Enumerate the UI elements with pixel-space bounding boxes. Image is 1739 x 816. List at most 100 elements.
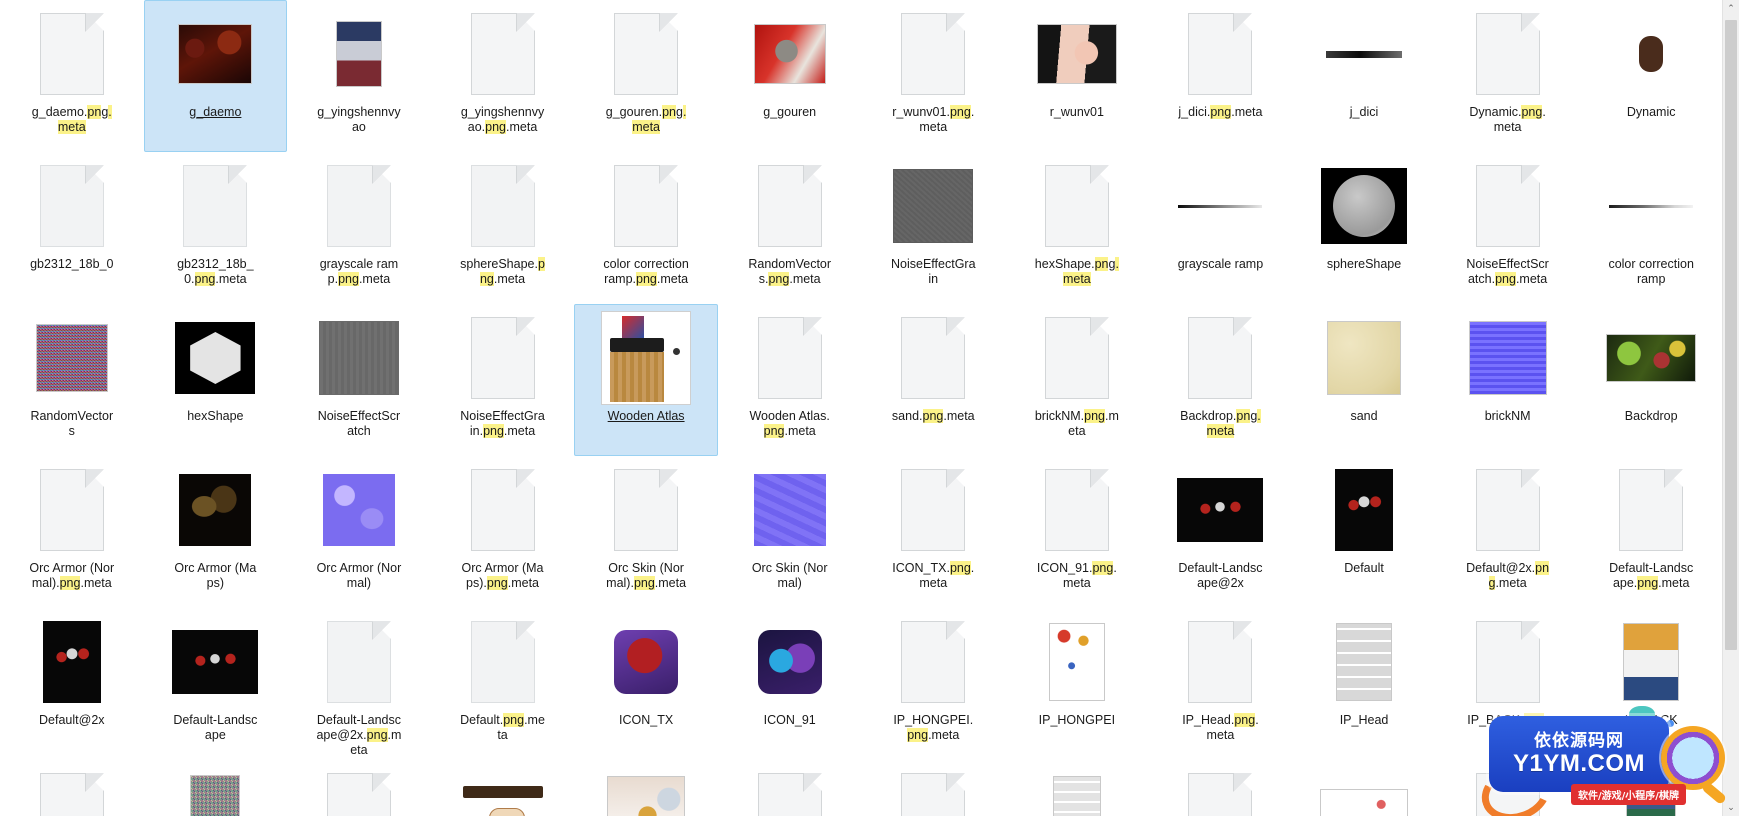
file-item[interactable]: Default-Landscape.png.meta bbox=[1579, 456, 1723, 608]
file-item[interactable]: g_daemo bbox=[143, 0, 288, 152]
file-item[interactable]: Default-Landscape@2x bbox=[1149, 456, 1293, 608]
file-item[interactable]: Orc Armor (Maps) bbox=[144, 456, 288, 608]
file-item[interactable]: NoiseEffectScratch bbox=[287, 304, 431, 456]
file-item[interactable]: Wooden Atlas bbox=[574, 304, 718, 456]
file-item[interactable]: g_daemo.png.meta bbox=[0, 0, 144, 152]
file-item[interactable]: brickNM bbox=[1436, 304, 1580, 456]
file-item[interactable]: r_wunv01.png.meta bbox=[861, 0, 1005, 152]
file-item[interactable]: IPHONE_UI.png.meta bbox=[718, 760, 862, 816]
file-item[interactable]: sand.png.meta bbox=[861, 304, 1005, 456]
file-name-label: g_daemo bbox=[189, 105, 242, 119]
file-item[interactable]: sphereShape bbox=[1292, 152, 1436, 304]
file-item[interactable]: Default-Landscape@2x.png.meta bbox=[287, 608, 431, 760]
file-item[interactable]: Default@2x.png.meta bbox=[1436, 456, 1580, 608]
file-item[interactable]: Dynamic.png.meta bbox=[1436, 0, 1580, 152]
file-item[interactable]: IP_HONGPEI bbox=[1005, 608, 1149, 760]
document-icon bbox=[183, 165, 248, 247]
file-item[interactable]: grayscale ramp bbox=[1149, 152, 1293, 304]
file-item[interactable]: hexShape.png.meta bbox=[1005, 152, 1149, 304]
file-item[interactable]: IP_Item01 bbox=[144, 760, 288, 816]
file-item[interactable]: Default.png.meta bbox=[431, 608, 575, 760]
file-item[interactable]: IP_Loading bbox=[1292, 760, 1436, 816]
file-item[interactable]: RandomVectors.png.meta bbox=[718, 152, 862, 304]
thumbnail-image bbox=[1178, 204, 1263, 208]
file-item[interactable]: j_dici bbox=[1292, 0, 1436, 152]
file-item[interactable]: NoiseEffectGrain bbox=[861, 152, 1005, 304]
file-thumbnail bbox=[24, 158, 120, 254]
file-item[interactable]: IP_InstanceIcon bbox=[1579, 760, 1723, 816]
file-item[interactable]: g_yingshennvyao.png.meta bbox=[431, 0, 575, 152]
file-thumbnail bbox=[1603, 614, 1699, 710]
file-item[interactable]: sand bbox=[1292, 304, 1436, 456]
file-item[interactable]: IP_Item01.png.meta bbox=[0, 760, 144, 816]
file-thumbnail bbox=[885, 614, 981, 710]
file-item[interactable]: j_dici.png.meta bbox=[1149, 0, 1293, 152]
file-item[interactable]: g_gouren bbox=[718, 0, 862, 152]
file-item[interactable]: Orc Skin (Normal) bbox=[718, 456, 862, 608]
file-thumbnail bbox=[1029, 766, 1125, 816]
file-item[interactable]: IP_InstanceIcon.png.meta bbox=[1436, 760, 1580, 816]
file-item[interactable]: Backdrop.png.meta bbox=[1149, 304, 1293, 456]
file-item[interactable]: Backdrop bbox=[1579, 304, 1723, 456]
file-item[interactable]: Dynamic bbox=[1579, 0, 1723, 152]
file-name-label: hexShape bbox=[187, 409, 244, 423]
file-item[interactable]: IP_Skill.png.meta bbox=[861, 760, 1005, 816]
file-item[interactable]: IP_BACK.png.meta bbox=[1436, 608, 1580, 760]
file-item[interactable]: gb2312_18b_0.png.meta bbox=[144, 152, 288, 304]
file-item[interactable]: IPHONE_UI bbox=[574, 760, 718, 816]
file-name-label: IP_BACK bbox=[1624, 713, 1678, 727]
file-item[interactable]: ICON_TX.png.meta bbox=[861, 456, 1005, 608]
file-item[interactable]: color correction ramp.png.meta bbox=[574, 152, 718, 304]
file-thumbnail bbox=[1172, 158, 1268, 254]
file-item[interactable]: IP_HONGPEI.png.meta bbox=[861, 608, 1005, 760]
file-name-label: hexShape.png.meta bbox=[1034, 257, 1119, 286]
scroll-down-icon[interactable]: ⌄ bbox=[1723, 799, 1739, 816]
thumbnail-image bbox=[893, 169, 974, 243]
document-icon bbox=[1619, 469, 1684, 551]
file-item[interactable]: IPARROW bbox=[431, 760, 575, 816]
thumbnail-image bbox=[335, 21, 382, 87]
file-item[interactable]: Orc Armor (Normal).png.meta bbox=[0, 456, 144, 608]
file-item[interactable]: sphereShape.png.meta bbox=[431, 152, 575, 304]
document-icon bbox=[470, 165, 535, 247]
document-icon bbox=[1475, 13, 1540, 95]
file-item[interactable]: IP_Skill bbox=[1005, 760, 1149, 816]
file-item[interactable]: brickNM.png.meta bbox=[1005, 304, 1149, 456]
file-item[interactable]: IP_Loading.png.meta bbox=[1149, 760, 1293, 816]
file-thumbnail bbox=[455, 614, 551, 710]
scroll-up-icon[interactable]: ⌃ bbox=[1723, 0, 1739, 17]
file-name-label: RandomVectors bbox=[30, 409, 114, 438]
file-item[interactable]: r_wunv01 bbox=[1005, 0, 1149, 152]
file-item[interactable]: Orc Armor (Maps).png.meta bbox=[431, 456, 575, 608]
file-thumbnail bbox=[455, 462, 551, 558]
file-thumbnail bbox=[455, 766, 551, 816]
file-item[interactable]: Orc Armor (Normal) bbox=[287, 456, 431, 608]
file-item[interactable]: Orc Skin (Normal).png.meta bbox=[574, 456, 718, 608]
file-item[interactable]: ICON_TX bbox=[574, 608, 718, 760]
file-item[interactable]: Default-Landscape bbox=[144, 608, 288, 760]
file-item[interactable]: grayscale ramp.png.meta bbox=[287, 152, 431, 304]
file-item[interactable]: color correction ramp bbox=[1579, 152, 1723, 304]
file-item[interactable]: Default@2x bbox=[0, 608, 144, 760]
file-item[interactable]: hexShape bbox=[144, 304, 288, 456]
file-item[interactable]: Wooden Atlas.png.meta bbox=[718, 304, 862, 456]
file-item[interactable]: g_yingshennvyao bbox=[287, 0, 431, 152]
file-grid[interactable]: g_daemo.png.meta g_daemo g_yingshennvyao g_… bbox=[0, 0, 1723, 816]
file-item[interactable]: Default bbox=[1292, 456, 1436, 608]
file-item[interactable]: ICON_91 bbox=[718, 608, 862, 760]
file-item[interactable]: IPARROW.png.meta bbox=[287, 760, 431, 816]
scrollbar-thumb[interactable] bbox=[1725, 20, 1737, 650]
document-icon bbox=[1044, 469, 1109, 551]
file-item[interactable]: NoiseEffectScratch.png.meta bbox=[1436, 152, 1580, 304]
vertical-scrollbar[interactable]: ⌃ ⌄ bbox=[1722, 0, 1739, 816]
file-item[interactable]: IP_BACK bbox=[1579, 608, 1723, 760]
file-item[interactable]: ICON_91.png.meta bbox=[1005, 456, 1149, 608]
file-thumbnail bbox=[742, 462, 838, 558]
file-item[interactable]: RandomVectors bbox=[0, 304, 144, 456]
file-item[interactable]: IP_Head bbox=[1292, 608, 1436, 760]
file-item[interactable]: gb2312_18b_0 bbox=[0, 152, 144, 304]
document-icon bbox=[757, 165, 822, 247]
file-item[interactable]: g_gouren.png.meta bbox=[574, 0, 718, 152]
file-item[interactable]: NoiseEffectGrain.png.meta bbox=[431, 304, 575, 456]
file-item[interactable]: IP_Head.png.meta bbox=[1149, 608, 1293, 760]
